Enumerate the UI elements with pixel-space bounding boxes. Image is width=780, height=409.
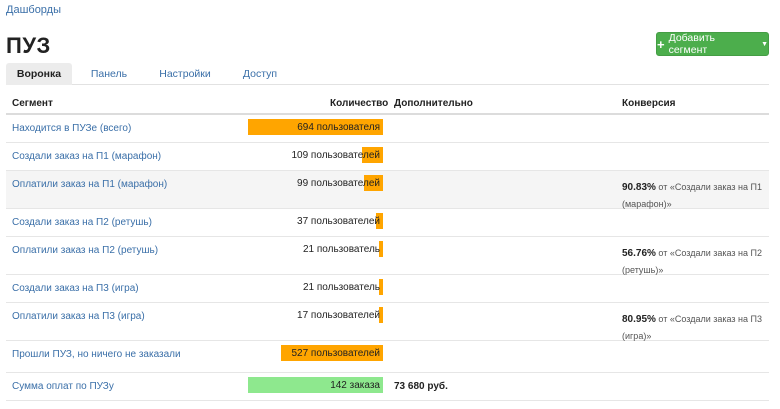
table-row: Создали заказ на П2 (ретушь) 37 пользоват…: [6, 209, 769, 237]
table-header: Сегмент Количество Дополнительно Конверс…: [6, 90, 769, 115]
table-body: Находится в ПУЗе (всего) 694 пользователя…: [6, 115, 769, 401]
segment-link[interactable]: Оплатили заказ на П3 (игра): [12, 311, 145, 322]
extra-value: 73 680 руб.: [394, 381, 448, 392]
caret-down-icon: ▼: [761, 40, 768, 48]
count-label: 37 пользователей: [297, 216, 380, 227]
tab-panel[interactable]: Панель: [78, 63, 140, 85]
page-title: ПУЗ: [6, 33, 51, 58]
header-segment: Сегмент: [12, 98, 53, 109]
segment-link[interactable]: Оплатили заказ на П2 (ретушь): [12, 245, 158, 256]
plus-icon: +: [657, 36, 665, 52]
count-label: 142 заказа: [330, 380, 380, 391]
tab-access[interactable]: Доступ: [232, 63, 288, 85]
count-label: 17 пользователей: [297, 310, 380, 321]
count-label: 527 пользователей: [291, 348, 380, 359]
segment-link[interactable]: Находится в ПУЗе (всего): [12, 123, 131, 134]
count-label: 694 пользователя: [297, 122, 380, 133]
conversion-percent: 80.95%: [622, 314, 656, 325]
count-label: 21 пользователь: [302, 282, 380, 293]
table-row: Находится в ПУЗе (всего) 694 пользователя: [6, 115, 769, 143]
count-cell: 694 пользователя: [248, 119, 383, 135]
funnel-table: Сегмент Количество Дополнительно Конверс…: [6, 90, 769, 401]
tab-bar: Воронка Панель Настройки Доступ: [6, 63, 769, 85]
conversion-cell: 80.95% от «Создали заказ на П3 (игра)»: [622, 311, 772, 344]
table-row: Создали заказ на П1 (марафон) 109 пользов…: [6, 143, 769, 171]
segment-link[interactable]: Сумма оплат по ПУЗу: [12, 381, 114, 392]
conversion-percent: 56.76%: [622, 248, 656, 259]
add-segment-button[interactable]: + Добавить сегмент ▼: [656, 32, 769, 56]
table-row: Прошли ПУЗ, но ничего не заказали 527 пол…: [6, 341, 769, 373]
header-extra: Дополнительно: [394, 98, 473, 109]
conversion-cell: 90.83% от «Создали заказ на П1 (марафон)…: [622, 179, 772, 212]
count-label: 21 пользователь: [302, 244, 380, 255]
segment-link[interactable]: Оплатили заказ на П1 (марафон): [12, 179, 167, 190]
header-conversion: Конверсия: [622, 98, 676, 109]
count-cell: 37 пользователей: [248, 213, 383, 229]
count-cell: 99 пользователей: [248, 175, 383, 191]
tab-settings[interactable]: Настройки: [152, 63, 218, 85]
table-row: Оплатили заказ на П1 (марафон) 99 пользов…: [6, 171, 769, 209]
count-cell: 109 пользователей: [248, 147, 383, 163]
table-row: Создали заказ на П3 (игра) 21 пользовател…: [6, 275, 769, 303]
table-row: Оплатили заказ на П2 (ретушь) 21 пользова…: [6, 237, 769, 275]
count-label: 99 пользователей: [297, 178, 380, 189]
conversion-cell: 56.76% от «Создали заказ на П2 (ретушь)»: [622, 245, 772, 278]
table-row: Сумма оплат по ПУЗу 142 заказа 73 680 руб.: [6, 373, 769, 401]
count-label: 109 пользователей: [291, 150, 380, 161]
count-cell: 21 пользователь: [248, 279, 383, 295]
tab-funnel[interactable]: Воронка: [6, 63, 72, 85]
header-count: Количество: [330, 98, 389, 109]
segment-link[interactable]: Создали заказ на П3 (игра): [12, 283, 139, 294]
segment-link[interactable]: Прошли ПУЗ, но ничего не заказали: [12, 349, 181, 360]
conversion-percent: 90.83%: [622, 182, 656, 193]
table-row: Оплатили заказ на П3 (игра) 17 пользовате…: [6, 303, 769, 341]
count-cell: 527 пользователей: [248, 345, 383, 361]
count-cell: 17 пользователей: [248, 307, 383, 323]
breadcrumb[interactable]: Дашборды: [6, 4, 61, 16]
segment-link[interactable]: Создали заказ на П1 (марафон): [12, 151, 161, 162]
segment-link[interactable]: Создали заказ на П2 (ретушь): [12, 217, 152, 228]
count-cell: 142 заказа: [248, 377, 383, 393]
add-segment-label: Добавить сегмент: [668, 32, 715, 56]
count-cell: 21 пользователь: [248, 241, 383, 257]
